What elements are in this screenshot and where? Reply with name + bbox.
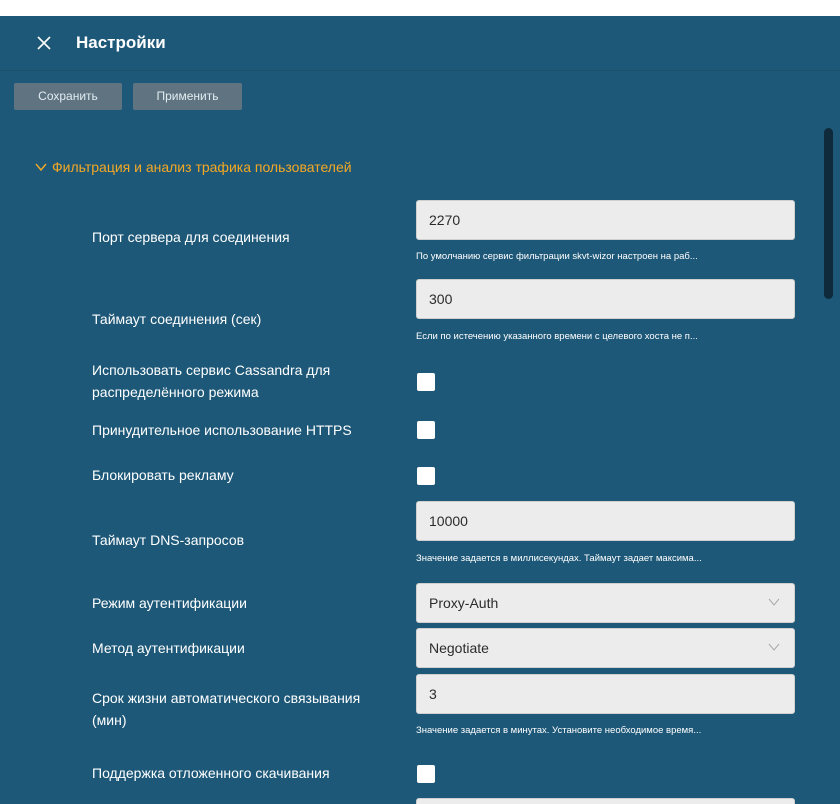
section-toggle-traffic-filtering[interactable]: Фильтрация и анализ трафика пользователе… bbox=[35, 157, 352, 177]
block-ads-label: Блокировать рекламу bbox=[92, 467, 234, 483]
deferred-download-label: Поддержка отложенного скачивания bbox=[92, 765, 330, 781]
scrollbar-thumb[interactable] bbox=[824, 128, 833, 299]
settings-header: Настройки bbox=[0, 16, 840, 71]
auto-binding-lifetime-label-line1: Срок жизни автоматического связывания bbox=[92, 690, 361, 706]
cassandra-label-line2: распределённого режима bbox=[92, 384, 259, 400]
settings-panel: Настройки Сохранить Применить Фильтрация… bbox=[0, 16, 840, 804]
cassandra-checkbox[interactable] bbox=[417, 373, 435, 391]
cassandra-label: Использовать сервис Cassandra для распре… bbox=[92, 359, 414, 403]
deferred-download-checkbox[interactable] bbox=[417, 765, 435, 783]
auth-method-value: Negotiate bbox=[429, 640, 489, 656]
chevron-down-icon bbox=[768, 598, 780, 606]
auth-method-label: Метод аутентификации bbox=[92, 640, 245, 656]
chevron-down-icon bbox=[35, 163, 47, 172]
auth-mode-value: Proxy-Auth bbox=[429, 595, 499, 611]
dns-timeout-label: Таймаут DNS-запросов bbox=[92, 532, 245, 548]
connection-timeout-label: Таймаут соединения (сек) bbox=[92, 311, 262, 327]
auto-binding-lifetime-hint: Значение задается в минутах. Установите … bbox=[416, 725, 702, 736]
auth-mode-label: Режим аутентификации bbox=[92, 595, 247, 611]
chevron-down-icon bbox=[768, 643, 780, 651]
auth-method-select[interactable]: Negotiate bbox=[416, 628, 795, 668]
dns-timeout-input[interactable]: 10000 bbox=[416, 501, 795, 541]
connection-timeout-input[interactable]: 300 bbox=[416, 279, 795, 319]
connection-timeout-hint: Если по истечению указанного времени с ц… bbox=[416, 331, 698, 342]
auth-mode-select[interactable]: Proxy-Auth bbox=[416, 583, 795, 623]
force-https-label: Принудительное использование HTTPS bbox=[92, 422, 352, 438]
server-port-label: Порт сервера для соединения bbox=[92, 229, 290, 245]
auto-binding-lifetime-label: Срок жизни автоматического связывания (м… bbox=[92, 687, 414, 731]
apply-button[interactable]: Применить bbox=[133, 83, 242, 110]
force-https-checkbox[interactable] bbox=[417, 421, 435, 439]
auto-binding-lifetime-input[interactable]: 3 bbox=[416, 674, 795, 714]
block-ads-checkbox[interactable] bbox=[417, 467, 435, 485]
section-title: Фильтрация и анализ трафика пользователе… bbox=[52, 159, 352, 175]
server-port-hint: По умолчанию сервис фильтрации skvt-wizo… bbox=[416, 251, 698, 262]
cassandra-label-line1: Использовать сервис Cassandra для bbox=[92, 362, 331, 378]
save-button[interactable]: Сохранить bbox=[14, 83, 122, 110]
server-port-input[interactable]: 2270 bbox=[416, 200, 795, 240]
dns-timeout-hint: Значение задается в миллисекундах. Тайма… bbox=[416, 553, 702, 564]
page-title: Настройки bbox=[76, 33, 166, 52]
close-icon[interactable] bbox=[34, 33, 54, 53]
auto-binding-lifetime-label-line2: (мин) bbox=[92, 712, 127, 728]
next-field-input[interactable] bbox=[416, 798, 795, 804]
